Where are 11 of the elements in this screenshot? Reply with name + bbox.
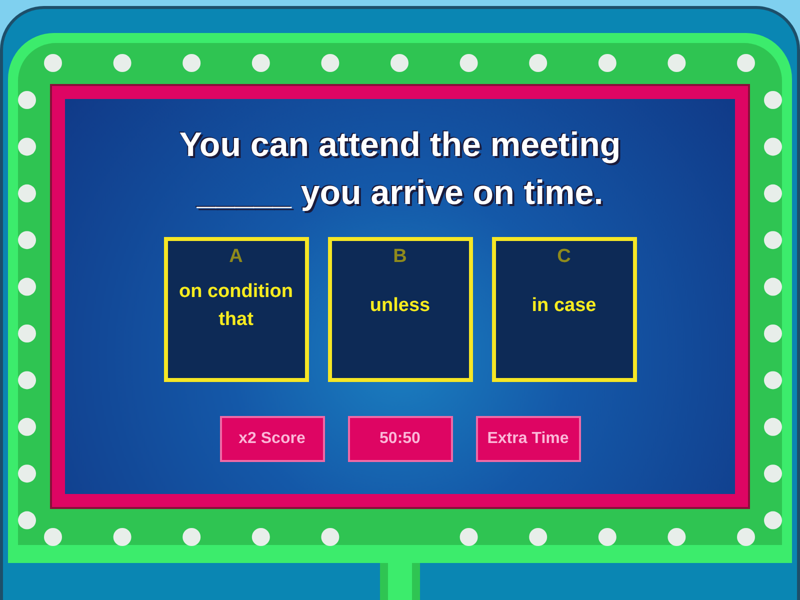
answer-text: on condition that — [178, 280, 294, 332]
question-text: _____ you arrive on time. — [196, 173, 604, 214]
answer-text: in case — [530, 294, 598, 318]
answer-card[interactable]: B unless — [328, 237, 472, 382]
answer-letter: B — [393, 245, 407, 269]
answer-text: unless — [368, 294, 432, 318]
answer-card[interactable]: C in case — [492, 237, 636, 382]
answer-letter: A — [229, 245, 243, 269]
answer-card[interactable]: A on condition that — [164, 237, 308, 382]
answer-letter: C — [557, 245, 571, 269]
question-text: You can attend the meeting — [179, 125, 621, 166]
